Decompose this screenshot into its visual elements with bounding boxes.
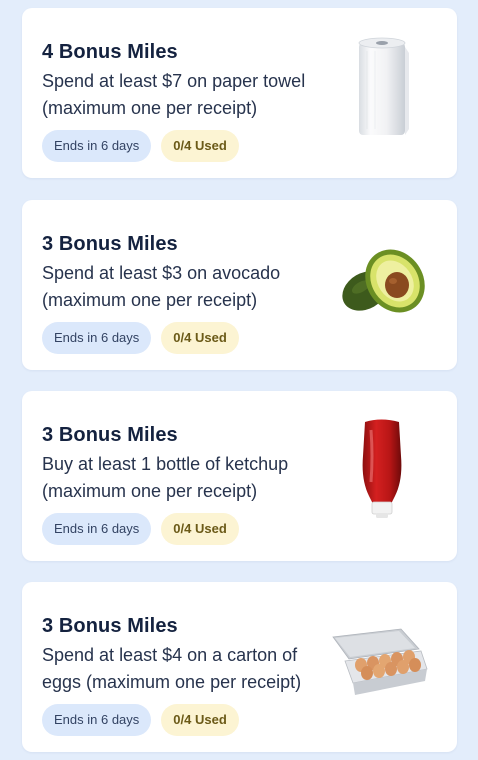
offer-card[interactable]: 3 Bonus Miles Buy at least 1 bottle of k…	[22, 391, 457, 561]
paper-towel-image	[327, 33, 435, 141]
offer-chips: Ends in 6 days 0/4 Used	[42, 704, 239, 736]
offer-card[interactable]: 3 Bonus Miles Spend at least $3 on avoca…	[22, 200, 457, 370]
used-badge: 0/4 Used	[161, 513, 239, 545]
offer-chips: Ends in 6 days 0/4 Used	[42, 513, 239, 545]
ketchup-bottle-icon	[362, 419, 402, 518]
offer-description: Spend at least $4 on a carton of eggs (m…	[42, 645, 302, 692]
offer-title: 3 Bonus Miles	[42, 424, 178, 446]
offer-title: 3 Bonus Miles	[42, 615, 178, 637]
offer-description: Spend at least $3 on avocado (maximum on…	[42, 263, 281, 310]
avocado-image	[327, 225, 435, 333]
used-badge: 0/4 Used	[161, 322, 239, 354]
offer-card[interactable]: 4 Bonus Miles Spend at least $7 on paper…	[22, 8, 457, 178]
ketchup-bottle-image	[327, 416, 435, 524]
offer-chips: Ends in 6 days 0/4 Used	[42, 130, 239, 162]
used-badge: 0/4 Used	[161, 130, 239, 162]
offer-description: Spend at least $7 on paper towel (maximu…	[42, 71, 306, 118]
offer-chips: Ends in 6 days 0/4 Used	[42, 322, 239, 354]
offer-title: 4 Bonus Miles	[42, 41, 178, 63]
ends-badge: Ends in 6 days	[42, 704, 152, 736]
ends-badge: Ends in 6 days	[42, 130, 152, 162]
offer-card[interactable]: 3 Bonus Miles Spend at least $4 on a car…	[22, 582, 457, 752]
avocado-icon	[342, 249, 425, 313]
paper-towel-icon	[358, 37, 409, 135]
used-badge: 0/4 Used	[161, 704, 239, 736]
ends-badge: Ends in 6 days	[42, 513, 152, 545]
ends-badge: Ends in 6 days	[42, 322, 152, 354]
egg-carton-image	[327, 607, 435, 715]
offer-title: 3 Bonus Miles	[42, 233, 178, 255]
egg-carton-icon	[332, 628, 428, 695]
offer-description: Buy at least 1 bottle of ketchup (maximu…	[42, 454, 289, 501]
